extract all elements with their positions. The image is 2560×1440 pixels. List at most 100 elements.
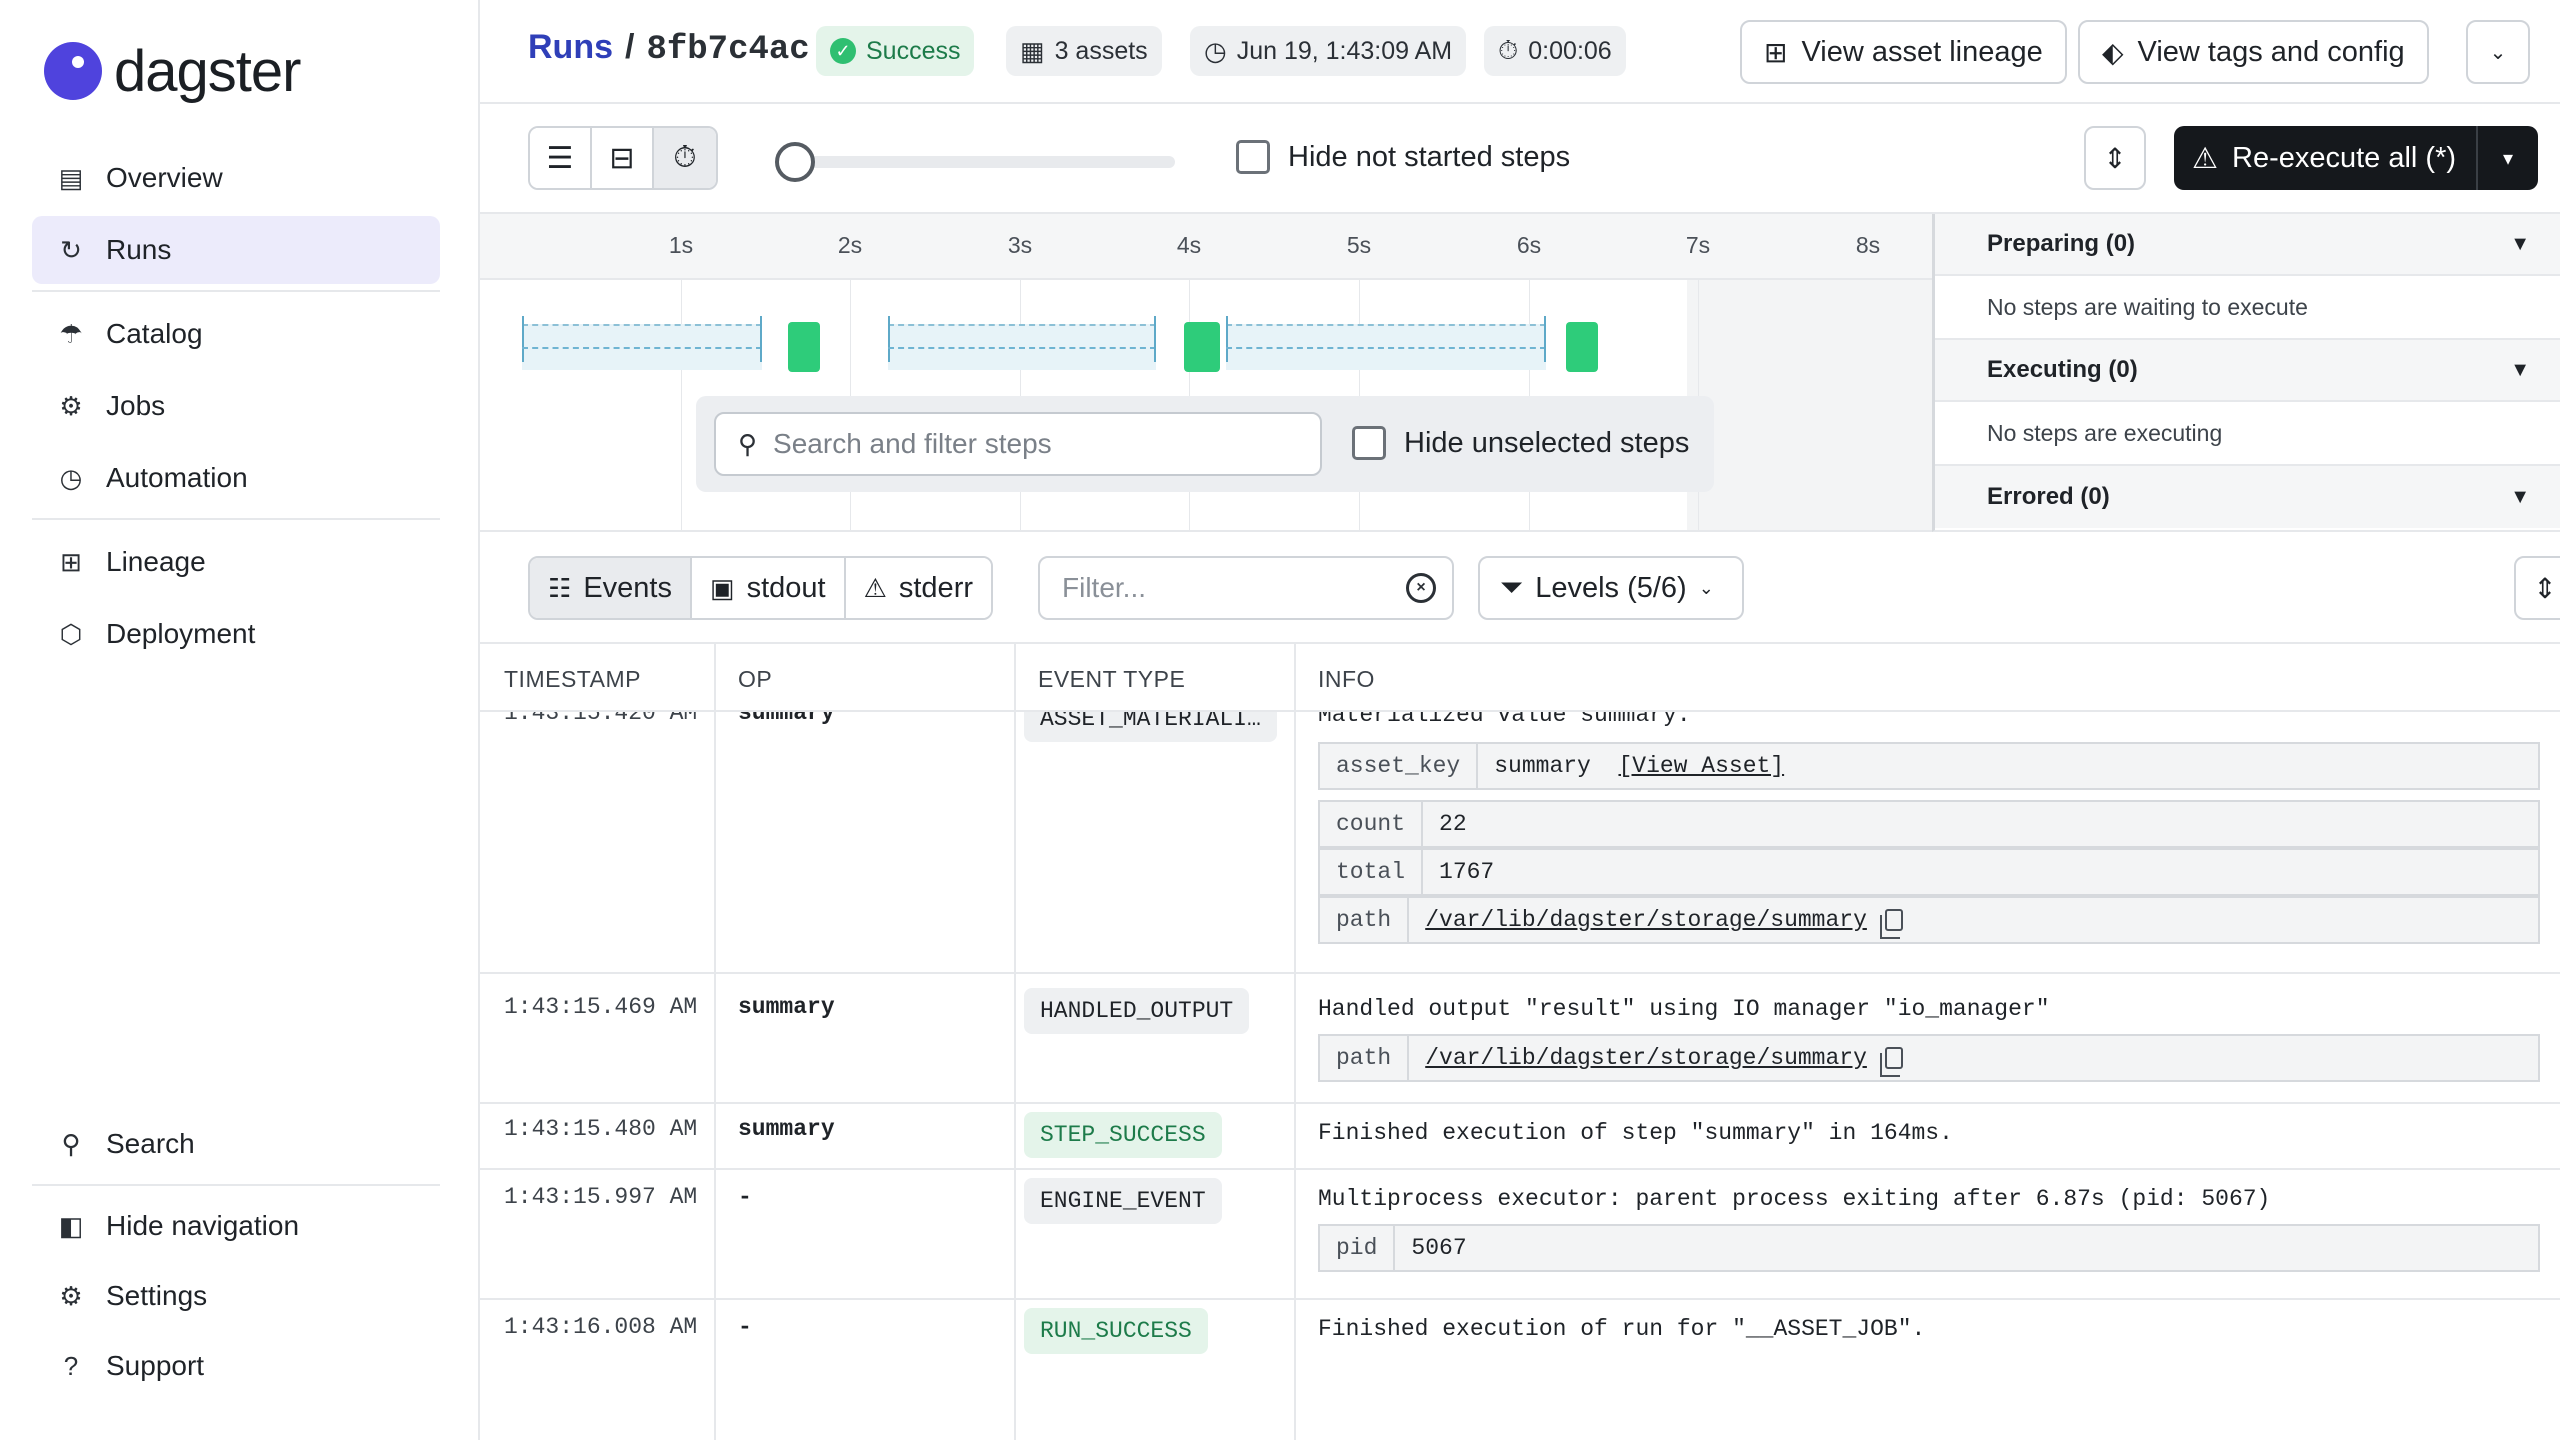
step-run-bar[interactable] (788, 322, 820, 372)
run-id: 8fb7c4ac (646, 31, 810, 69)
nav-jobs-label: Jobs (106, 390, 166, 421)
nav-lineage[interactable]: ⊞ Lineage (32, 528, 440, 596)
hide-unselected-toggle[interactable]: Hide unselected steps (1352, 426, 1689, 460)
breadcrumb-runs-link[interactable]: Runs (528, 28, 613, 66)
timer-view-button[interactable]: ⏱ (654, 128, 716, 188)
step-status-panel: Preparing (0) ▼ No steps are waiting to … (1932, 214, 2560, 532)
reexecute-button[interactable]: ⚠ Re-execute all (*) ▾ (2174, 126, 2538, 190)
nav-divider (32, 1184, 440, 1186)
copy-icon[interactable] (1879, 1047, 1903, 1077)
tick-label: 3s (1007, 232, 1033, 258)
clock-icon: ◷ (59, 462, 83, 493)
table-row[interactable]: 1:43:15.469 AM summary HANDLED_OUTPUT Ha… (480, 974, 2560, 1104)
nav-runs[interactable]: ↻ Runs (32, 216, 440, 284)
preparing-empty: No steps are waiting to execute (1935, 276, 2560, 340)
row-timestamp: 1:43:16.008 AM (504, 1314, 698, 1340)
view-tags-config-button[interactable]: ⬖ View tags and config (2078, 20, 2429, 84)
lineage-icon: ⊞ (1764, 36, 1788, 68)
path-link[interactable]: /var/lib/dagster/storage/summary (1425, 907, 1867, 933)
tab-stderr[interactable]: ⚠ stderr (845, 558, 992, 618)
table-row[interactable]: 1:43:15.420 AM summary ASSET_MATERIALI… … (480, 712, 2560, 974)
gear-icon: ⚙ (59, 1280, 83, 1311)
metadata-count: count 22 (1318, 800, 2540, 848)
duration: 0:00:06 (1528, 36, 1612, 65)
nav-automation[interactable]: ◷ Automation (32, 444, 440, 512)
warning-icon: ⚠ (2192, 142, 2218, 175)
column-divider[interactable] (714, 644, 716, 712)
dagster-logo[interactable]: dagster (44, 36, 301, 106)
tick-label: 1s (668, 232, 694, 258)
step-wait-bar[interactable] (1226, 316, 1546, 370)
table-icon: ▦ (1020, 35, 1045, 66)
path-link[interactable]: /var/lib/dagster/storage/summary (1425, 1045, 1867, 1071)
step-search-input[interactable]: ⚲ Search and filter steps (714, 412, 1322, 476)
nav-catalog[interactable]: ☂ Catalog (32, 300, 440, 368)
copy-icon[interactable] (1879, 909, 1903, 939)
start-time: Jun 19, 1:43:09 AM (1236, 36, 1453, 65)
graph-view-button[interactable]: ⊟ (592, 128, 654, 188)
nav-deployment[interactable]: ⬡ Deployment (32, 600, 440, 668)
overview-icon: ▤ (58, 162, 84, 193)
tick-label: 4s (1176, 232, 1202, 258)
metadata-pid: pid 5067 (1318, 1224, 2540, 1272)
hide-not-started-checkbox[interactable] (1236, 140, 1270, 174)
step-run-bar[interactable] (1566, 322, 1598, 372)
zoom-slider-handle[interactable] (775, 142, 815, 182)
clear-icon[interactable]: × (1406, 573, 1436, 603)
nav-divider (32, 290, 440, 292)
tab-stdout-label: stdout (746, 571, 826, 604)
metadata-key: path (1320, 898, 1410, 942)
run-header: Runs / 8fb7c4ac ✓ Success ▦ 3 assets ◷ Jun… (480, 0, 2560, 104)
hide-not-started-toggle[interactable]: Hide not started steps (1236, 140, 1570, 174)
hide-unselected-checkbox[interactable] (1352, 426, 1386, 460)
step-run-bar[interactable] (1184, 322, 1220, 372)
log-filter-input[interactable]: Filter... × (1038, 556, 1454, 620)
expand-collapse-button[interactable]: ⇕ (2084, 126, 2146, 190)
reexecute-main[interactable]: ⚠ Re-execute all (*) (2174, 141, 2476, 176)
waterfall-icon: ☰ (546, 141, 574, 175)
metadata-value: 5067 (1411, 1235, 1467, 1261)
nav-hide-navigation[interactable]: ◧ Hide navigation (32, 1192, 440, 1260)
table-row[interactable]: 1:43:16.008 AM - RUN_SUCCESS Finished ex… (480, 1300, 2560, 1440)
table-row[interactable]: 1:43:15.480 AM summary STEP_SUCCESS Fini… (480, 1104, 2560, 1170)
row-info: Finished execution of run for "__ASSET_J… (1318, 1316, 1926, 1342)
stopwatch-icon: ⏱ (673, 141, 697, 174)
nav-support[interactable]: ? Support (32, 1332, 440, 1400)
row-event-type: ASSET_MATERIALI… (1024, 712, 1277, 742)
sidebar: dagster ▤ Overview ↻ Runs ☂ Catalog ⚙ Jo… (0, 0, 480, 1440)
nav-search[interactable]: ⚲ Search (32, 1110, 440, 1178)
status-badge: ✓ Success (816, 26, 975, 76)
tab-events[interactable]: ☷ Events (530, 558, 692, 618)
step-wait-bar[interactable] (522, 316, 762, 370)
step-wait-bar[interactable] (888, 316, 1156, 370)
row-timestamp: 1:43:15.420 AM (504, 712, 698, 726)
preparing-section-header[interactable]: Preparing (0) ▼ (1935, 214, 2560, 276)
nav-search-label: Search (106, 1128, 195, 1159)
column-divider[interactable] (1294, 644, 1296, 712)
view-asset-link[interactable]: [View Asset] (1618, 753, 1784, 779)
zoom-slider-track[interactable] (780, 156, 1175, 168)
log-expand-button[interactable]: ⇕ (2514, 556, 2560, 620)
status-label: Success (866, 36, 961, 65)
errored-section-header[interactable]: Errored (0) ▼ (1935, 466, 2560, 528)
nav-jobs[interactable]: ⚙ Jobs (32, 372, 440, 440)
column-divider[interactable] (1014, 644, 1016, 712)
levels-dropdown[interactable]: ⏷ Levels (5/6) ⌄ (1478, 556, 1744, 620)
metadata-key: count (1320, 802, 1424, 846)
tab-stdout[interactable]: ▣ stdout (691, 558, 846, 618)
waterfall-view-button[interactable]: ☰ (530, 128, 592, 188)
executing-section-header[interactable]: Executing (0) ▼ (1935, 340, 2560, 402)
catalog-icon: ☂ (59, 318, 83, 349)
table-row[interactable]: 1:43:15.997 AM - ENGINE_EVENT Multiproce… (480, 1170, 2560, 1300)
assets-tag[interactable]: ▦ 3 assets (1006, 26, 1162, 76)
reexecute-dropdown[interactable]: ▾ (2476, 126, 2538, 190)
nav-lineage-label: Lineage (106, 546, 206, 577)
metadata-asset-key: asset_key summary [View Asset] (1318, 742, 2540, 790)
more-actions-button[interactable]: ⌄ (2466, 20, 2530, 84)
nav-runs-label: Runs (106, 234, 172, 265)
view-asset-lineage-button[interactable]: ⊞ View asset lineage (1740, 20, 2067, 84)
nav-overview[interactable]: ▤ Overview (32, 144, 440, 212)
stopwatch-icon: ⏱ (1498, 35, 1519, 65)
check-circle-icon: ✓ (830, 38, 856, 64)
nav-settings[interactable]: ⚙ Settings (32, 1262, 440, 1330)
